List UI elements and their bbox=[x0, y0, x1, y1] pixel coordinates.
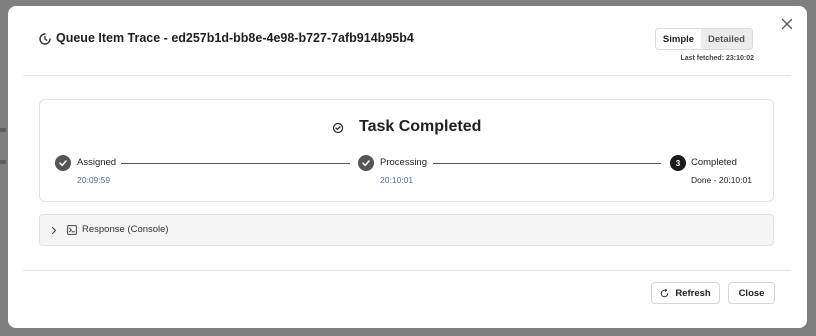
terminal-icon bbox=[67, 225, 77, 235]
step-processing-label: Processing bbox=[380, 157, 427, 168]
background-fragment bbox=[0, 128, 6, 132]
background-fragment bbox=[0, 160, 6, 164]
step-assigned-label: Assigned bbox=[77, 157, 117, 168]
status-title: Task Completed bbox=[359, 118, 482, 135]
last-fetched-text: Last fetched: 23:10:02 bbox=[680, 55, 754, 62]
step-completed-label: Completed bbox=[691, 157, 737, 168]
detailed-view-button[interactable]: Detailed bbox=[701, 29, 752, 49]
close-icon[interactable] bbox=[779, 16, 795, 32]
footer-divider bbox=[23, 270, 791, 271]
step-connector bbox=[433, 163, 661, 164]
view-mode-toggle: Simple Detailed bbox=[655, 28, 753, 50]
step-connector bbox=[121, 163, 350, 164]
step-completed-time: Done - 20:10:01 bbox=[691, 175, 752, 185]
close-button[interactable]: Close bbox=[728, 282, 775, 304]
status-check-icon bbox=[332, 122, 344, 134]
close-button-label: Close bbox=[738, 287, 765, 299]
step-assigned-time: 20:09:59 bbox=[77, 175, 111, 185]
step-completed-indicator: 3 bbox=[670, 155, 686, 171]
dialog-title: Queue Item Trace - ed257b1d-bb8e-4e98-b7… bbox=[56, 31, 414, 45]
header-divider bbox=[23, 75, 791, 76]
step-processing-indicator bbox=[358, 155, 374, 171]
step-assigned-indicator bbox=[55, 155, 71, 171]
check-icon bbox=[59, 160, 67, 167]
step-processing-time: 20:10:01 bbox=[380, 175, 414, 185]
queue-item-trace-dialog: Queue Item Trace - ed257b1d-bb8e-4e98-b7… bbox=[8, 6, 807, 328]
simple-view-button[interactable]: Simple bbox=[656, 29, 701, 49]
check-icon bbox=[362, 160, 370, 167]
refresh-button-label: Refresh bbox=[675, 287, 711, 299]
task-status-card: Task Completed Assigned 20:09:59 Process… bbox=[39, 99, 774, 202]
clock-icon bbox=[39, 33, 51, 45]
response-console-label: Response (Console) bbox=[82, 224, 169, 235]
response-console-accordion[interactable]: Response (Console) bbox=[39, 214, 774, 246]
refresh-icon bbox=[661, 288, 669, 297]
chevron-right-icon bbox=[51, 226, 57, 235]
refresh-button[interactable]: Refresh bbox=[651, 282, 720, 304]
